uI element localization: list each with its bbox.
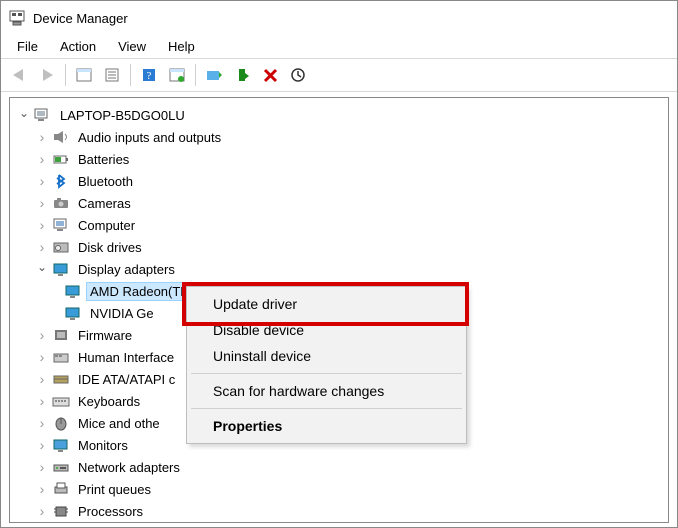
menu-action[interactable]: Action bbox=[50, 37, 106, 56]
toolbar-update-driver-button[interactable] bbox=[200, 62, 228, 88]
forward-button[interactable] bbox=[33, 62, 61, 88]
expand-collapse-icon[interactable] bbox=[36, 481, 48, 497]
camera-icon bbox=[52, 194, 70, 212]
node-label: Computer bbox=[74, 216, 139, 235]
node-label: Monitors bbox=[74, 436, 132, 455]
expand-collapse-icon[interactable] bbox=[36, 217, 48, 233]
toolbar-view-button[interactable] bbox=[70, 62, 98, 88]
expand-collapse-icon[interactable] bbox=[36, 129, 48, 145]
node-label: Batteries bbox=[74, 150, 133, 169]
expand-collapse-icon[interactable] bbox=[36, 151, 48, 167]
speaker-icon bbox=[52, 128, 70, 146]
tree-node-printq[interactable]: Print queues bbox=[12, 478, 666, 500]
keyboard-icon bbox=[52, 392, 70, 410]
expand-collapse-icon[interactable] bbox=[36, 173, 48, 189]
node-label: Disk drives bbox=[74, 238, 146, 257]
tree-node-batteries[interactable]: Batteries bbox=[12, 148, 666, 170]
node-label: NVIDIA Ge bbox=[86, 304, 158, 323]
ctx-scan-hardware[interactable]: Scan for hardware changes bbox=[189, 378, 464, 404]
node-label: Firmware bbox=[74, 326, 136, 345]
node-label: Cameras bbox=[74, 194, 135, 213]
toolbar-scan-hardware-button[interactable] bbox=[284, 62, 312, 88]
toolbar-enable-device-button[interactable] bbox=[228, 62, 256, 88]
menu-view[interactable]: View bbox=[108, 37, 156, 56]
toolbar-uninstall-button[interactable] bbox=[256, 62, 284, 88]
node-label: Bluetooth bbox=[74, 172, 137, 191]
node-label: Human Interface bbox=[74, 348, 178, 367]
display-icon bbox=[52, 260, 70, 278]
svg-text:?: ? bbox=[147, 70, 152, 82]
menu-file[interactable]: File bbox=[7, 37, 48, 56]
expand-collapse-icon[interactable] bbox=[36, 437, 48, 453]
context-menu: Update driver Disable device Uninstall d… bbox=[186, 286, 467, 444]
expand-collapse-icon[interactable] bbox=[36, 459, 48, 475]
node-label: Keyboards bbox=[74, 392, 144, 411]
window-title: Device Manager bbox=[33, 11, 128, 26]
back-button[interactable] bbox=[5, 62, 33, 88]
monitor-icon bbox=[52, 436, 70, 454]
node-label: Print queues bbox=[74, 480, 155, 499]
node-label: Network adapters bbox=[74, 458, 184, 477]
ctx-properties[interactable]: Properties bbox=[189, 413, 464, 439]
menubar: File Action View Help bbox=[1, 35, 677, 58]
expand-collapse-icon[interactable] bbox=[18, 108, 30, 122]
node-label: Audio inputs and outputs bbox=[74, 128, 225, 147]
mouse-icon bbox=[52, 414, 70, 432]
display-icon bbox=[64, 304, 82, 322]
tree-node-audio[interactable]: Audio inputs and outputs bbox=[12, 126, 666, 148]
expand-collapse-icon[interactable] bbox=[36, 503, 48, 519]
tree-node-cameras[interactable]: Cameras bbox=[12, 192, 666, 214]
tree-node-network[interactable]: Network adapters bbox=[12, 456, 666, 478]
firmware-icon bbox=[52, 326, 70, 344]
ctx-uninstall-device[interactable]: Uninstall device bbox=[189, 343, 464, 369]
ctx-disable-device[interactable]: Disable device bbox=[189, 317, 464, 343]
expand-collapse-icon[interactable] bbox=[36, 239, 48, 255]
node-label: IDE ATA/ATAPI c bbox=[74, 370, 179, 389]
computer-icon bbox=[52, 216, 70, 234]
toolbar-properties-button[interactable] bbox=[98, 62, 126, 88]
menu-help[interactable]: Help bbox=[158, 37, 205, 56]
node-label: Processors bbox=[74, 502, 147, 521]
expand-collapse-icon[interactable] bbox=[36, 393, 48, 409]
ide-icon bbox=[52, 370, 70, 388]
printq-icon bbox=[52, 480, 70, 498]
processor-icon bbox=[52, 502, 70, 520]
device-manager-icon bbox=[9, 10, 25, 26]
expand-collapse-icon[interactable] bbox=[36, 415, 48, 431]
display-icon bbox=[64, 282, 82, 300]
tree-node-processors[interactable]: Processors bbox=[12, 500, 666, 522]
titlebar: Device Manager bbox=[1, 1, 677, 35]
toolbar-help-button[interactable]: ? bbox=[135, 62, 163, 88]
tree-node-computer[interactable]: Computer bbox=[12, 214, 666, 236]
computer-icon bbox=[34, 106, 52, 124]
expand-collapse-icon[interactable] bbox=[36, 262, 48, 276]
network-icon bbox=[52, 458, 70, 476]
expand-collapse-icon[interactable] bbox=[36, 349, 48, 365]
tree-node-disk[interactable]: Disk drives bbox=[12, 236, 666, 258]
bluetooth-icon bbox=[52, 172, 70, 190]
ctx-update-driver[interactable]: Update driver bbox=[189, 291, 464, 317]
device-tree: LAPTOP-B5DGO0LU Audio inputs and outputs… bbox=[9, 97, 669, 523]
hid-icon bbox=[52, 348, 70, 366]
expand-collapse-icon[interactable] bbox=[36, 327, 48, 343]
expand-collapse-icon[interactable] bbox=[36, 371, 48, 387]
node-label: Display adapters bbox=[74, 260, 179, 279]
toolbar: ? bbox=[1, 58, 677, 92]
toolbar-scan-button[interactable] bbox=[163, 62, 191, 88]
node-label: Mice and othe bbox=[74, 414, 164, 433]
battery-icon bbox=[52, 150, 70, 168]
root-label: LAPTOP-B5DGO0LU bbox=[56, 106, 189, 125]
tree-node-display[interactable]: Display adapters bbox=[12, 258, 666, 280]
disk-icon bbox=[52, 238, 70, 256]
tree-node-bluetooth[interactable]: Bluetooth bbox=[12, 170, 666, 192]
root-node[interactable]: LAPTOP-B5DGO0LU bbox=[12, 104, 666, 126]
expand-collapse-icon[interactable] bbox=[36, 195, 48, 211]
